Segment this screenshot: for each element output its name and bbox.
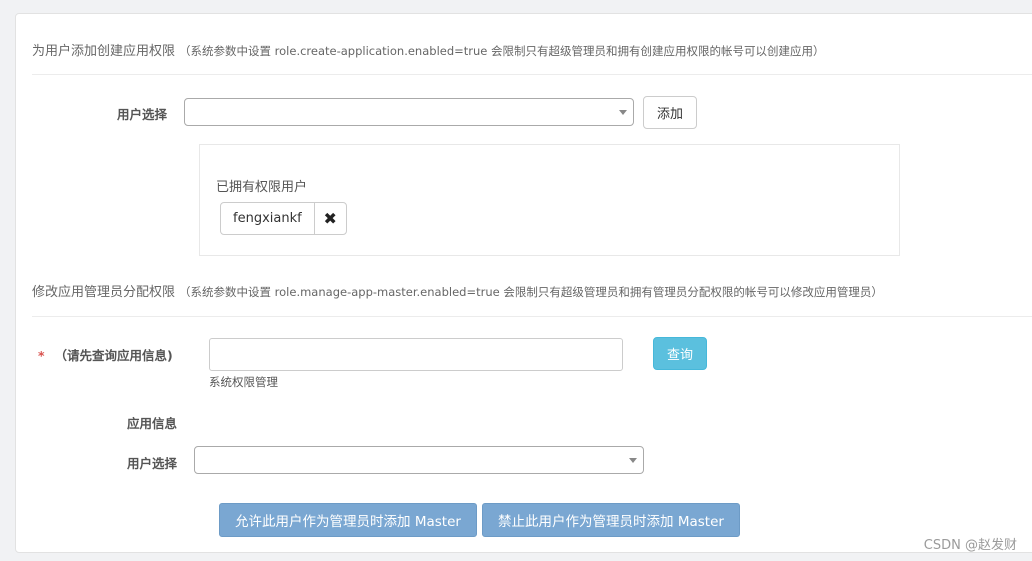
owned-users-box: 已拥有权限用户 fengxiankf ✖ <box>199 144 900 256</box>
chevron-down-icon <box>619 110 627 115</box>
owned-users-title: 已拥有权限用户 <box>216 180 308 195</box>
user-tag-label: fengxiankf <box>221 203 315 234</box>
divider <box>32 74 1032 75</box>
settings-panel: 为用户添加创建应用权限 （系统参数中设置 role.create-applicat… <box>15 13 1032 553</box>
create-app-permission-section-title: 为用户添加创建应用权限 （系统参数中设置 role.create-applicat… <box>32 40 825 59</box>
required-mark: * <box>38 348 45 363</box>
section-title-text: 为用户添加创建应用权限 <box>32 44 176 59</box>
divider <box>32 316 1032 317</box>
watermark: CSDN @赵发财 <box>923 538 1017 553</box>
master-user-select-dropdown[interactable] <box>194 446 644 474</box>
user-tag: fengxiankf ✖ <box>220 202 347 235</box>
help-text: 系统权限管理 <box>209 375 278 389</box>
user-select-dropdown[interactable] <box>184 98 634 126</box>
section-note: （系统参数中设置 role.manage-app-master.enabled=… <box>179 285 883 299</box>
app-query-label-text: （请先查询应用信息) <box>54 348 173 363</box>
allow-master-button[interactable]: 允许此用户作为管理员时添加 Master <box>219 503 477 537</box>
chevron-down-icon <box>629 458 637 463</box>
section-title-text: 修改应用管理员分配权限 <box>32 285 176 300</box>
user-select-label: 用户选择 <box>117 107 168 122</box>
remove-user-icon[interactable]: ✖ <box>315 203 346 234</box>
app-id-input[interactable] <box>209 338 623 371</box>
app-info-label: 应用信息 <box>127 416 178 431</box>
master-user-select-label: 用户选择 <box>127 456 178 471</box>
app-query-label: * （请先查询应用信息) <box>38 345 173 364</box>
query-button[interactable]: 查询 <box>653 337 707 370</box>
deny-master-button[interactable]: 禁止此用户作为管理员时添加 Master <box>482 503 740 537</box>
section-note: （系统参数中设置 role.create-application.enabled… <box>179 44 825 58</box>
manage-app-master-section-title: 修改应用管理员分配权限 （系统参数中设置 role.manage-app-mast… <box>32 281 883 300</box>
add-user-button[interactable]: 添加 <box>643 96 697 129</box>
